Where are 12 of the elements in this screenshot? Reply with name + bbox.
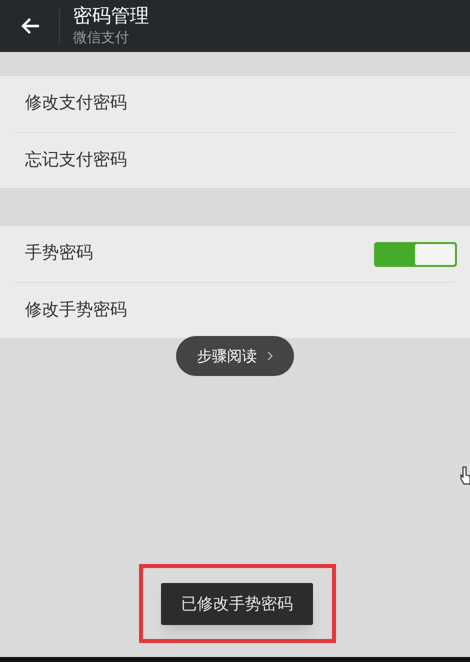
- settings-item[interactable]: 忘记支付密码: [25, 148, 127, 174]
- hand-cursor-icon: [460, 466, 470, 486]
- back-icon[interactable]: [20, 17, 40, 35]
- page-subtitle: 微信支付: [73, 29, 130, 48]
- toggle-switch[interactable]: [374, 242, 457, 266]
- step-reading-button[interactable]: 步骤阅读: [176, 336, 294, 376]
- toast-message: 已修改手势密码: [161, 582, 313, 624]
- page-title: 密码管理: [73, 4, 149, 28]
- chevron-right-icon: [267, 351, 273, 361]
- settings-item[interactable]: 修改支付密码: [25, 91, 127, 117]
- settings-item[interactable]: 手势密码: [25, 241, 93, 267]
- settings-item[interactable]: 修改手势密码: [25, 298, 127, 324]
